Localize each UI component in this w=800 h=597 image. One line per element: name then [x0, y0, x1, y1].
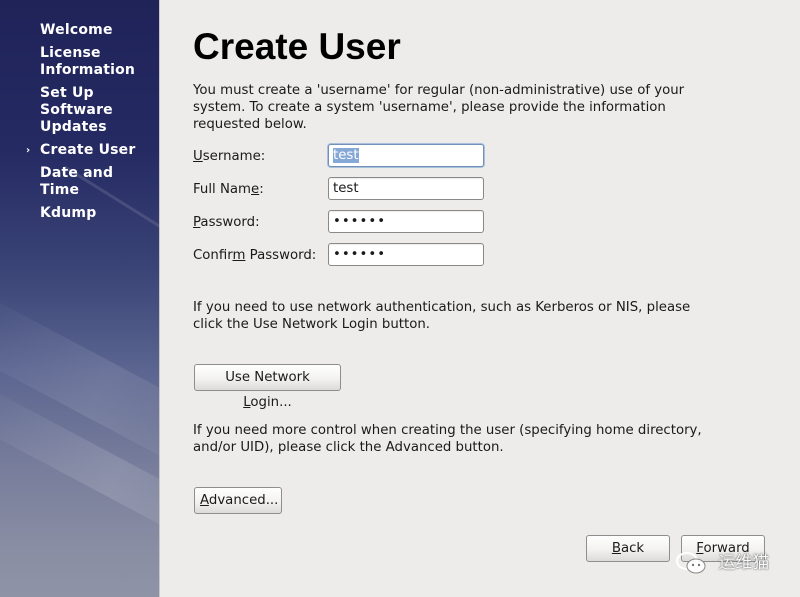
sidebar-item-label: Welcome [40, 22, 113, 38]
advanced-text: If you need more control when creating t… [193, 423, 702, 455]
password-input[interactable]: •••••• [328, 210, 484, 233]
confirm-password-input[interactable]: •••••• [328, 243, 484, 266]
step-list: Welcome License Information Set Up Softw… [0, 22, 159, 228]
full-name-row: Full Name: test [193, 177, 493, 202]
sidebar-item-kdump: Kdump [0, 205, 159, 222]
mnemonic: m [232, 248, 246, 263]
confirm-password-row: Confirm Password: •••••• [193, 243, 493, 268]
main-panel: Create User You must create a 'username'… [160, 0, 800, 597]
sidebar-item-label: License Information [40, 45, 136, 78]
button-text: ack [620, 541, 645, 556]
sidebar-item-create-user: › Create User [0, 142, 159, 159]
selected-text: test [333, 148, 359, 163]
label-text: sername: [202, 149, 266, 164]
confirm-password-label: Confirm Password: [193, 247, 316, 264]
mnemonic: U [193, 149, 203, 164]
advanced-button[interactable]: Advanced... [194, 487, 282, 514]
label-text: Full Nam [193, 182, 252, 197]
sidebar-item-license-information: License Information [0, 45, 159, 79]
sidebar-item-date-and-time: Date and Time [0, 165, 159, 199]
button-text: dvanced... [208, 493, 279, 508]
label-text: assword: [200, 215, 260, 230]
username-label: Username: [193, 148, 265, 165]
sidebar-decoration [0, 288, 159, 492]
forward-button[interactable]: Forward [681, 535, 765, 562]
current-step-arrow-icon: › [26, 145, 31, 156]
back-button[interactable]: Back [586, 535, 670, 562]
intro-text: You must create a 'username' for regular… [193, 83, 685, 132]
page-title: Create User [193, 26, 401, 67]
sidebar-item-label: Set Up Software Updates [40, 85, 113, 135]
sidebar-item-label: Date and Time [40, 165, 114, 198]
password-row: Password: •••••• [193, 210, 493, 235]
username-input[interactable]: test [328, 144, 484, 167]
mnemonic: B [611, 541, 621, 556]
button-text: Use Network [225, 370, 310, 385]
use-network-login-button[interactable]: Use Network Login... [194, 364, 341, 410]
sidebar: Welcome License Information Set Up Softw… [0, 0, 159, 597]
sidebar-item-software-updates: Set Up Software Updates [0, 85, 159, 136]
password-label: Password: [193, 214, 260, 231]
mnemonic: e [251, 182, 260, 197]
button-text: ogin... [250, 395, 292, 410]
username-row: Username: test [193, 144, 493, 169]
button-text: orward [703, 541, 750, 556]
full-name-label: Full Name: [193, 181, 264, 198]
mnemonic: A [200, 493, 209, 508]
label-text: Password: [245, 248, 317, 263]
firstboot-window: Welcome License Information Set Up Softw… [0, 0, 800, 597]
sidebar-item-label: Create User [40, 142, 136, 158]
sidebar-item-welcome: Welcome [0, 22, 159, 39]
label-text: Confir [193, 248, 233, 263]
full-name-input[interactable]: test [328, 177, 484, 200]
network-auth-text: If you need to use network authenticatio… [193, 300, 691, 332]
sidebar-item-label: Kdump [40, 205, 97, 221]
sidebar-decoration [0, 377, 159, 563]
label-text: : [259, 182, 264, 197]
